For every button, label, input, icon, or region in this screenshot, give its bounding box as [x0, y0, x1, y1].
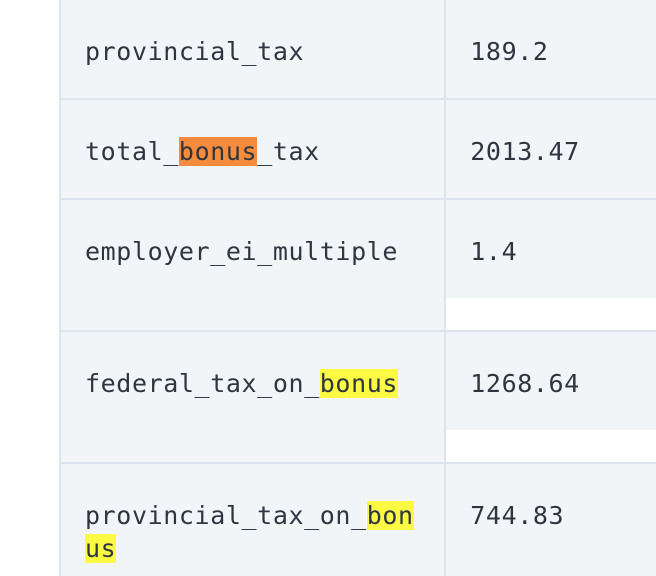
table-row: employer_ei_multiple 1.4	[58, 199, 656, 332]
value-cell: 189.2	[445, 0, 656, 100]
search-match-current: bonus	[178, 137, 258, 166]
key-text: federal_tax_on_bonus	[61, 332, 444, 400]
table-row: provincial_tax 189.2	[58, 0, 656, 100]
key-cell: total_bonus_tax	[58, 99, 447, 200]
key-text: provincial_tax_on_bonus	[61, 464, 444, 565]
key-cell: employer_ei_multiple	[58, 199, 447, 332]
key-text: provincial_tax	[85, 37, 305, 66]
value-cell: 1268.64	[445, 331, 656, 464]
table-row: federal_tax_on_bonus 1268.64	[58, 331, 656, 464]
value-text: 1268.64	[446, 332, 656, 430]
value-text: 744.83	[446, 464, 656, 576]
search-match: bonus	[319, 369, 399, 398]
value-cell: 2013.47	[445, 99, 656, 200]
key-text-prefix: total_	[85, 137, 179, 166]
key-text: employer_ei_multiple	[85, 237, 399, 266]
key-cell: provincial_tax_on_bonus	[58, 463, 447, 576]
key-value-table-view: provincial_tax 189.2 total_bonus_tax 201…	[0, 0, 656, 576]
key-text: total_bonus_tax	[61, 100, 444, 168]
value-cell: 1.4	[445, 199, 656, 332]
key-text-prefix: provincial_tax_on_	[85, 501, 367, 530]
value-text: 2013.47	[446, 100, 656, 198]
table-row: provincial_tax_on_bonus 744.83	[58, 463, 656, 576]
key-cell: provincial_tax	[58, 0, 447, 100]
key-text-prefix: federal_tax_on_	[85, 369, 320, 398]
key-value-table: provincial_tax 189.2 total_bonus_tax 201…	[58, 0, 656, 576]
table-row: total_bonus_tax 2013.47	[58, 99, 656, 200]
value-text: 1.4	[446, 200, 656, 298]
key-text-suffix: _tax	[257, 137, 320, 166]
value-text: 189.2	[446, 0, 656, 98]
value-cell: 744.83	[445, 463, 656, 576]
key-cell: federal_tax_on_bonus	[58, 331, 447, 464]
